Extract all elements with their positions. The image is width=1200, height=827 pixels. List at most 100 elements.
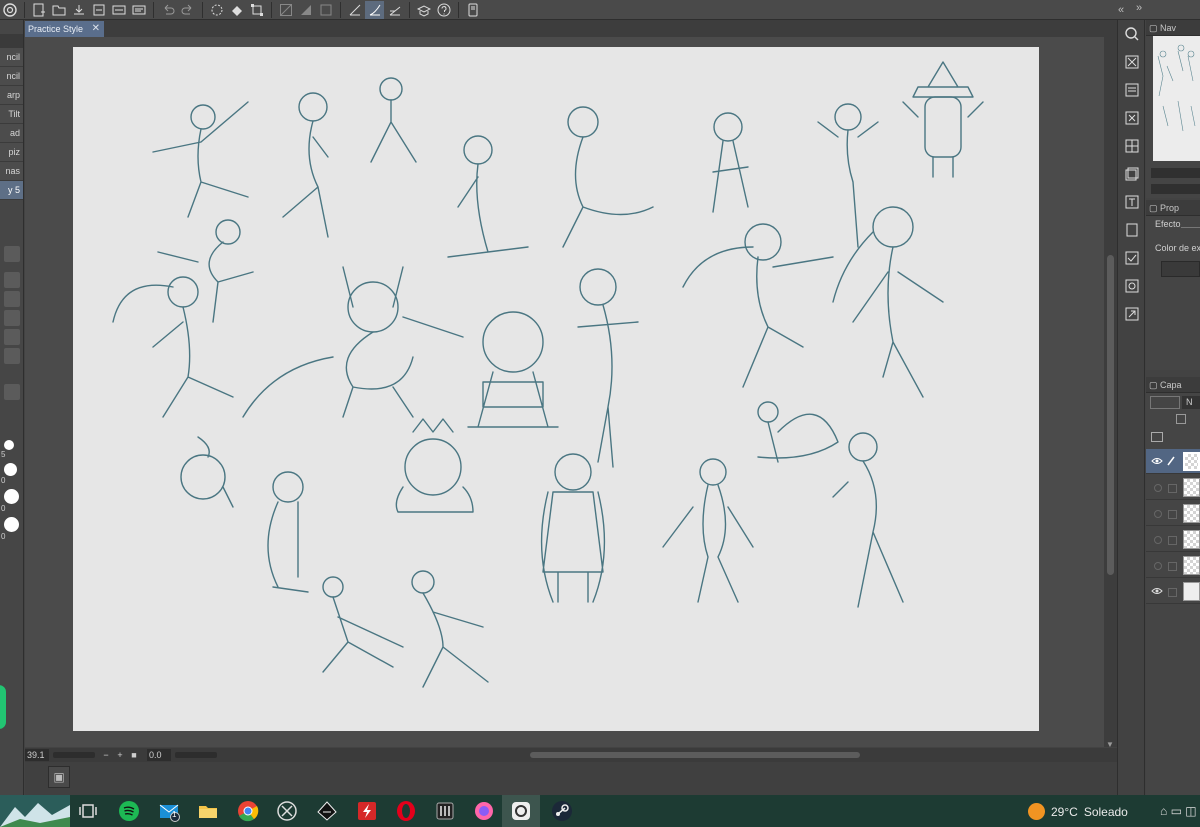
search-icon[interactable] <box>4 384 20 400</box>
zoom-value[interactable]: 39.1 <box>25 749 49 761</box>
export-icon[interactable] <box>89 1 108 19</box>
export-icon[interactable] <box>1122 304 1142 324</box>
wallpaper-thumbnail-icon[interactable] <box>0 795 70 827</box>
inkscape-icon[interactable] <box>315 800 339 822</box>
brush-item[interactable]: nas <box>0 162 23 181</box>
brush-item[interactable]: arp <box>0 86 23 105</box>
spotify-icon[interactable] <box>117 800 141 822</box>
navigator-rotate-slider[interactable] <box>1151 184 1200 194</box>
frame-icon[interactable]: ▣ <box>48 766 70 788</box>
close-panel-icon[interactable] <box>1122 108 1142 128</box>
weather-widget[interactable]: 29°C Soleado <box>1028 803 1128 820</box>
zoom-slider[interactable] <box>53 752 95 758</box>
redo-icon[interactable] <box>178 1 197 19</box>
export-png-icon[interactable] <box>109 1 128 19</box>
navigator-zoom-slider[interactable] <box>1151 168 1200 178</box>
brush-item[interactable]: ncil <box>0 67 23 86</box>
file-explorer-icon[interactable] <box>196 800 220 822</box>
vertical-scroll-thumb[interactable] <box>1107 255 1114 575</box>
mail-icon[interactable]: 1 <box>157 800 181 822</box>
layer-row[interactable] <box>1146 449 1200 474</box>
brush-size-dot[interactable] <box>4 489 19 504</box>
flash-icon[interactable] <box>355 800 379 822</box>
new-icon[interactable] <box>29 1 48 19</box>
clip-studio-icon[interactable] <box>509 800 533 822</box>
tab-practice-style[interactable]: Practice Style ✕ <box>25 21 104 37</box>
brush-size-dot[interactable] <box>4 517 19 532</box>
layer-row[interactable] <box>1146 553 1200 578</box>
fit-button[interactable]: ■ <box>129 750 139 760</box>
visibility-toggle[interactable] <box>1154 536 1162 544</box>
blend-mode-select[interactable]: N <box>1182 396 1200 409</box>
save-icon[interactable] <box>69 1 88 19</box>
visibility-toggle[interactable] <box>1154 484 1162 492</box>
image-icon[interactable] <box>1122 276 1142 296</box>
device-icon[interactable] <box>463 1 482 19</box>
layer-lock-toggle[interactable] <box>1168 562 1177 571</box>
close-icon[interactable]: ✕ <box>92 21 100 37</box>
download-icon[interactable] <box>4 329 20 345</box>
brush-item[interactable]: Tilt <box>0 105 23 124</box>
vertical-scrollbar[interactable] <box>1104 37 1117 747</box>
xbox-icon[interactable] <box>275 800 299 822</box>
square-icon[interactable] <box>4 348 20 364</box>
dropdown-icon[interactable] <box>4 291 20 307</box>
clipboard-icon[interactable] <box>1122 80 1142 100</box>
layer-icon[interactable] <box>414 1 433 19</box>
open-icon[interactable] <box>49 1 68 19</box>
layer-folder-icon[interactable] <box>1151 432 1163 442</box>
drawing-canvas[interactable] <box>73 47 1039 731</box>
copy-icon[interactable] <box>1122 164 1142 184</box>
help-icon[interactable] <box>434 1 453 19</box>
lock-icon[interactable] <box>4 246 20 262</box>
chevron-icon[interactable] <box>4 310 20 326</box>
equalizer-icon[interactable] <box>433 800 457 822</box>
brush-size-dot[interactable] <box>4 440 14 450</box>
brush-item[interactable]: piz <box>0 143 23 162</box>
zoom-out-button[interactable]: − <box>101 750 111 760</box>
system-tray-icons[interactable]: ⌂ ▭ ◫ <box>1160 804 1197 818</box>
horizontal-scroll-thumb[interactable] <box>530 752 860 758</box>
panel-collapse-right[interactable]: » <box>1136 2 1142 14</box>
grid-icon[interactable] <box>1122 136 1142 156</box>
text-icon[interactable] <box>1122 192 1142 212</box>
search-icon[interactable] <box>1122 24 1142 44</box>
delete-layer-icon[interactable] <box>1122 52 1142 72</box>
layer-lock-toggle[interactable] <box>1168 588 1177 597</box>
navigator-preview[interactable] <box>1153 36 1200 161</box>
clear-icon[interactable] <box>207 1 226 19</box>
brush-size-dot[interactable] <box>4 463 17 476</box>
rotation-slider[interactable] <box>175 752 217 758</box>
page-icon[interactable] <box>1122 220 1142 240</box>
color-wheel-edge[interactable] <box>0 685 6 729</box>
task-view-icon[interactable] <box>76 800 100 822</box>
layer-row[interactable] <box>1146 475 1200 500</box>
steam-icon[interactable] <box>550 800 574 822</box>
zoom-in-button[interactable]: + <box>115 750 125 760</box>
layer-lock-toggle[interactable] <box>1168 536 1177 545</box>
checkbox-icon[interactable] <box>4 272 20 288</box>
selection-outline-icon[interactable] <box>296 1 315 19</box>
visibility-toggle[interactable] <box>1154 510 1162 518</box>
snap-grid-icon[interactable] <box>385 1 404 19</box>
clear-outside-icon[interactable] <box>316 1 335 19</box>
undo-icon[interactable] <box>158 1 177 19</box>
eye-icon[interactable] <box>1151 456 1163 466</box>
fill-icon[interactable] <box>227 1 246 19</box>
layer-mode-dropdown[interactable] <box>1150 396 1180 409</box>
opera-icon[interactable] <box>394 800 418 822</box>
hide-selection-icon[interactable] <box>276 1 295 19</box>
brush-item-selected[interactable]: y 5 <box>0 181 23 200</box>
brush-item[interactable]: ad <box>0 124 23 143</box>
check-icon[interactable] <box>1122 248 1142 268</box>
panel-collapse-left[interactable]: « <box>1118 0 1124 20</box>
visibility-toggle[interactable] <box>1154 562 1162 570</box>
snap-ruler-icon[interactable] <box>345 1 364 19</box>
layer-row-paper[interactable] <box>1146 579 1200 604</box>
expression-color-select[interactable] <box>1161 261 1200 277</box>
layer-lock-toggle[interactable] <box>1168 510 1177 519</box>
layer-row[interactable] <box>1146 501 1200 526</box>
layer-row[interactable] <box>1146 527 1200 552</box>
layer-lock-toggle[interactable] <box>1168 484 1177 493</box>
lock-icon[interactable] <box>1176 414 1186 424</box>
